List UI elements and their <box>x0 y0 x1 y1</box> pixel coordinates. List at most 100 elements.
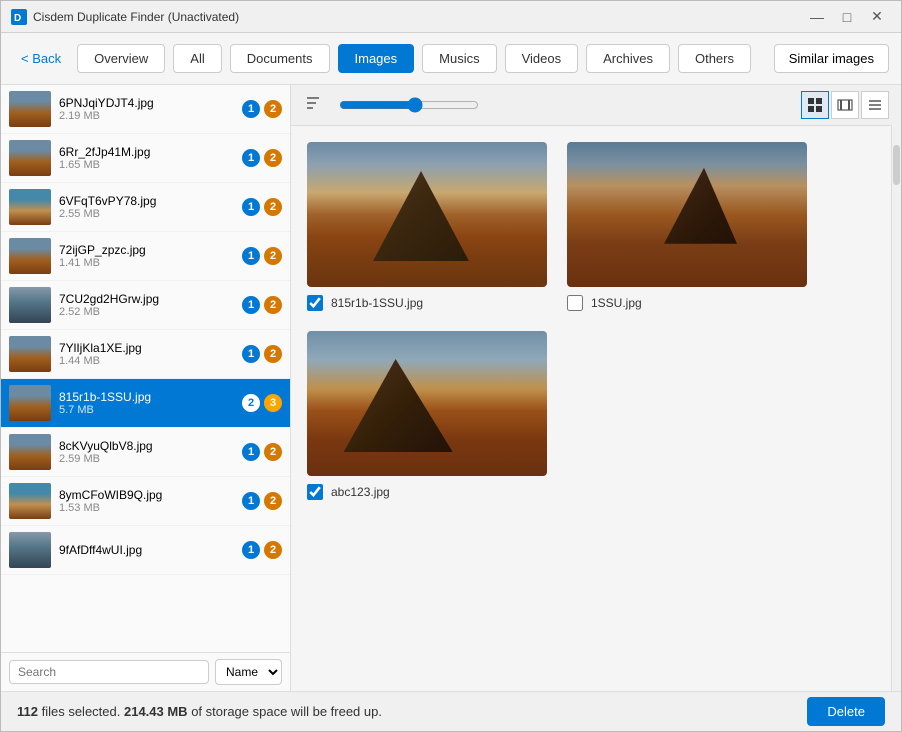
sort-icon-button[interactable] <box>303 94 329 117</box>
size-slider[interactable] <box>339 97 479 113</box>
left-panel: 6PNJqiYDJT4.jpg 2.19 MB 1 2 6Rr_2fJp41M.… <box>1 85 291 691</box>
delete-button[interactable]: Delete <box>807 697 885 726</box>
checkbox-row: 1SSU.jpg <box>567 295 642 311</box>
file-name: 6Rr_2fJp41M.jpg <box>59 145 234 159</box>
tab-documents[interactable]: Documents <box>230 44 330 73</box>
file-size: 1.53 MB <box>59 502 234 514</box>
tab-overview[interactable]: Overview <box>77 44 165 73</box>
badge-count2: 2 <box>264 492 282 510</box>
app-icon: D <box>11 9 27 25</box>
list-item[interactable]: 8cKVyuQlbV8.jpg 2.59 MB 1 2 <box>1 428 290 477</box>
file-info: 72ijGP_zpzc.jpg 1.41 MB <box>59 243 234 269</box>
list-item-selected[interactable]: 815r1b-1SSU.jpg 5.7 MB 2 3 <box>1 379 290 428</box>
list-item[interactable]: 6PNJqiYDJT4.jpg 2.19 MB 1 2 <box>1 85 290 134</box>
file-size: 1.41 MB <box>59 257 234 269</box>
badge-count2: 2 <box>264 541 282 559</box>
file-info: 6VFqT6vPY78.jpg 2.55 MB <box>59 194 234 220</box>
file-thumbnail <box>9 91 51 127</box>
similar-images-button[interactable]: Similar images <box>774 44 889 73</box>
tab-images[interactable]: Images <box>338 44 415 73</box>
badge-count1: 1 <box>242 100 260 118</box>
file-badges: 1 2 <box>242 198 282 216</box>
tab-all[interactable]: All <box>173 44 221 73</box>
file-name: 7CU2gd2HGrw.jpg <box>59 292 234 306</box>
badge-count2: 2 <box>264 198 282 216</box>
badge-count1: 1 <box>242 492 260 510</box>
view-list-button[interactable] <box>861 91 889 119</box>
list-item[interactable]: 6VFqT6vPY78.jpg 2.55 MB 1 2 <box>1 183 290 232</box>
badge-count1: 1 <box>242 149 260 167</box>
image-grid: 815r1b-1SSU.jpg 1SSU.jpg <box>291 126 901 691</box>
image-checkbox[interactable] <box>567 295 583 311</box>
right-toolbar <box>291 85 901 126</box>
image-card: 1SSU.jpg <box>567 142 807 311</box>
file-size: 1.65 MB <box>59 159 234 171</box>
badge-count2: 2 <box>264 345 282 363</box>
image-checkbox[interactable] <box>307 295 323 311</box>
image-card: 815r1b-1SSU.jpg <box>307 142 547 311</box>
tab-musics[interactable]: Musics <box>422 44 496 73</box>
badge-count2: 2 <box>264 296 282 314</box>
file-name: 9fAfDff4wUI.jpg <box>59 543 234 557</box>
right-scrollbar[interactable] <box>891 125 901 691</box>
image-preview <box>307 331 547 476</box>
file-thumbnail <box>9 140 51 176</box>
file-thumbnail <box>9 189 51 225</box>
search-input[interactable] <box>9 660 209 684</box>
image-row: abc123.jpg <box>307 331 885 500</box>
list-icon <box>867 97 883 113</box>
badge-count1: 1 <box>242 296 260 314</box>
list-item[interactable]: 6Rr_2fJp41M.jpg 1.65 MB 1 2 <box>1 134 290 183</box>
file-thumbnail <box>9 287 51 323</box>
file-name: 6VFqT6vPY78.jpg <box>59 194 234 208</box>
tab-videos[interactable]: Videos <box>505 44 579 73</box>
file-thumbnail <box>9 532 51 568</box>
view-grid-button[interactable] <box>801 91 829 119</box>
file-badges: 1 2 <box>242 541 282 559</box>
file-badges: 1 2 <box>242 247 282 265</box>
file-badges: 1 2 <box>242 296 282 314</box>
minimize-button[interactable]: — <box>803 3 831 31</box>
sort-icon <box>307 96 325 110</box>
slider-container <box>339 97 791 113</box>
file-info: 8ymCFoWIB9Q.jpg 1.53 MB <box>59 488 234 514</box>
image-preview <box>567 142 807 287</box>
file-name: 8ymCFoWIB9Q.jpg <box>59 488 234 502</box>
list-item[interactable]: 7CU2gd2HGrw.jpg 2.52 MB 1 2 <box>1 281 290 330</box>
file-size: 2.59 MB <box>59 453 234 465</box>
image-row: 815r1b-1SSU.jpg 1SSU.jpg <box>307 142 885 311</box>
file-info: 9fAfDff4wUI.jpg <box>59 543 234 557</box>
status-text: 112 files selected. 214.43 MB of storage… <box>17 704 382 719</box>
file-name: 815r1b-1SSU.jpg <box>59 390 234 404</box>
file-thumbnail <box>9 336 51 372</box>
toolbar: < Back Overview All Documents Images Mus… <box>1 33 901 85</box>
tab-others[interactable]: Others <box>678 44 751 73</box>
grid-icon <box>807 97 823 113</box>
maximize-button[interactable]: □ <box>833 3 861 31</box>
badge-count2: 2 <box>264 247 282 265</box>
checkbox-row: 815r1b-1SSU.jpg <box>307 295 423 311</box>
title-bar: D Cisdem Duplicate Finder (Unactivated) … <box>1 1 901 33</box>
file-size: 2.52 MB <box>59 306 234 318</box>
file-thumbnail <box>9 238 51 274</box>
view-filmstrip-button[interactable] <box>831 91 859 119</box>
badge-count2: 2 <box>264 149 282 167</box>
svg-text:D: D <box>14 13 21 24</box>
tab-archives[interactable]: Archives <box>586 44 670 73</box>
badge-count1: 2 <box>242 394 260 412</box>
list-item[interactable]: 72ijGP_zpzc.jpg 1.41 MB 1 2 <box>1 232 290 281</box>
badge-count1: 1 <box>242 541 260 559</box>
list-item[interactable]: 8ymCFoWIB9Q.jpg 1.53 MB 1 2 <box>1 477 290 526</box>
list-item[interactable]: 7YlIjKla1XE.jpg 1.44 MB 1 2 <box>1 330 290 379</box>
close-button[interactable]: ✕ <box>863 3 891 31</box>
file-name: 72ijGP_zpzc.jpg <box>59 243 234 257</box>
file-info: 8cKVyuQlbV8.jpg 2.59 MB <box>59 439 234 465</box>
back-button[interactable]: < Back <box>13 47 69 70</box>
file-info: 6Rr_2fJp41M.jpg 1.65 MB <box>59 145 234 171</box>
sort-select[interactable]: Name <box>215 659 282 685</box>
file-name: 6PNJqiYDJT4.jpg <box>59 96 234 110</box>
image-checkbox[interactable] <box>307 484 323 500</box>
list-item[interactable]: 9fAfDff4wUI.jpg 1 2 <box>1 526 290 575</box>
file-info: 7YlIjKla1XE.jpg 1.44 MB <box>59 341 234 367</box>
badge-count2: 3 <box>264 394 282 412</box>
